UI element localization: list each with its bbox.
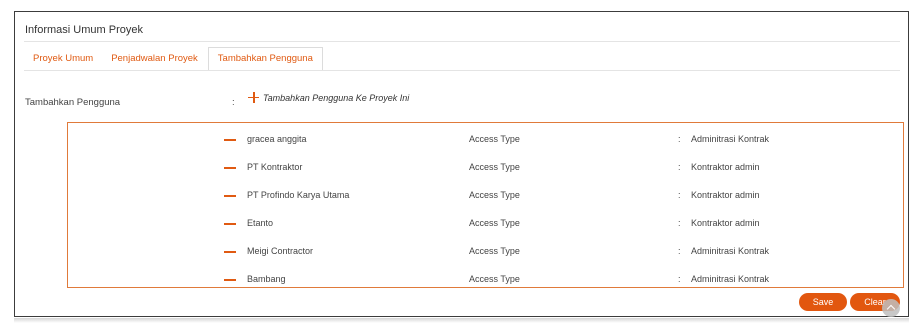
access-type-value: Adminitrasi Kontrak xyxy=(691,134,770,144)
list-item: PT Kontraktor Access Type : Kontraktor a… xyxy=(68,159,903,187)
access-colon: : xyxy=(678,218,681,228)
access-type-value: Kontraktor admin xyxy=(691,218,760,228)
page-title: Informasi Umum Proyek xyxy=(25,24,143,36)
access-type-label: Access Type xyxy=(469,218,520,228)
scroll-to-top-icon[interactable] xyxy=(882,299,900,317)
tab-bar: Proyek Umum Penjadwalan Proyek Tambahkan… xyxy=(24,47,323,71)
user-name: PT Kontraktor xyxy=(247,162,303,172)
list-item: Etanto Access Type : Kontraktor admin xyxy=(68,215,903,243)
remove-user-icon[interactable] xyxy=(224,167,236,169)
tab-proyek-umum[interactable]: Proyek Umum xyxy=(24,47,102,71)
access-colon: : xyxy=(678,134,681,144)
panel-shadow xyxy=(14,318,909,323)
access-colon: : xyxy=(678,246,681,256)
list-item: Meigi Contractor Access Type : Adminitra… xyxy=(68,243,903,271)
tabs-divider xyxy=(24,70,900,71)
main-panel: Informasi Umum Proyek Proyek Umum Penjad… xyxy=(14,11,909,317)
user-list: gracea anggita Access Type : Adminitrasi… xyxy=(67,122,904,288)
access-type-value: Kontraktor admin xyxy=(691,190,760,200)
access-type-value: Adminitrasi Kontrak xyxy=(691,246,770,256)
remove-user-icon[interactable] xyxy=(224,139,236,141)
access-type-value: Kontraktor admin xyxy=(691,162,760,172)
list-item: Bambang Access Type : Adminitrasi Kontra… xyxy=(68,271,903,299)
remove-user-icon[interactable] xyxy=(224,279,236,281)
title-divider xyxy=(24,41,900,42)
user-name: Meigi Contractor xyxy=(247,246,314,256)
access-type-value: Adminitrasi Kontrak xyxy=(691,274,770,284)
list-item: PT Profindo Karya Utama Access Type : Ko… xyxy=(68,187,903,215)
user-name: Etanto xyxy=(247,218,274,228)
access-type-label: Access Type xyxy=(469,190,520,200)
add-user-field-label: Tambahkan Pengguna xyxy=(25,97,121,108)
add-user-link[interactable]: Tambahkan Pengguna Ke Proyek Ini xyxy=(248,92,409,103)
save-button[interactable]: Save xyxy=(799,293,847,311)
tab-tambahkan-pengguna[interactable]: Tambahkan Pengguna xyxy=(207,47,323,71)
user-name: Bambang xyxy=(247,274,286,284)
access-colon: : xyxy=(678,162,681,172)
access-type-label: Access Type xyxy=(469,246,520,256)
access-colon: : xyxy=(678,274,681,284)
access-type-label: Access Type xyxy=(469,274,520,284)
add-user-colon: : xyxy=(232,97,235,108)
tab-penjadwalan-proyek[interactable]: Penjadwalan Proyek xyxy=(102,47,207,71)
remove-user-icon[interactable] xyxy=(224,195,236,197)
user-name: PT Profindo Karya Utama xyxy=(247,190,350,200)
user-name: gracea anggita xyxy=(247,134,307,144)
list-item: gracea anggita Access Type : Adminitrasi… xyxy=(68,131,903,159)
plus-icon[interactable] xyxy=(248,92,259,103)
remove-user-icon[interactable] xyxy=(224,223,236,225)
access-type-label: Access Type xyxy=(469,162,520,172)
remove-user-icon[interactable] xyxy=(224,251,236,253)
add-user-link-text[interactable]: Tambahkan Pengguna Ke Proyek Ini xyxy=(263,93,409,103)
access-type-label: Access Type xyxy=(469,134,520,144)
access-colon: : xyxy=(678,190,681,200)
